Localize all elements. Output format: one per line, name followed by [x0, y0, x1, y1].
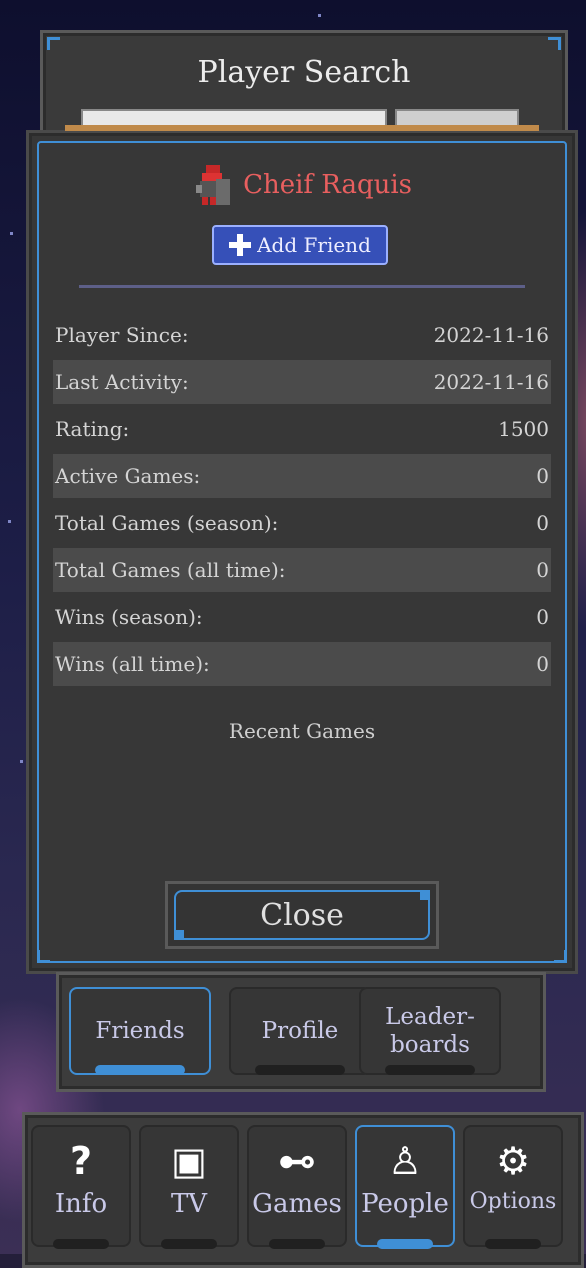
stat-row-total-games-season: Total Games (season): 0	[53, 501, 551, 545]
corner-decoration	[420, 890, 430, 900]
stat-row-active-games: Active Games: 0	[53, 454, 551, 498]
stat-label: Player Since:	[55, 323, 189, 347]
tab-friends[interactable]: Friends	[69, 987, 211, 1075]
divider	[79, 285, 525, 288]
stat-value: 0	[536, 464, 549, 488]
stat-value: 0	[536, 558, 549, 582]
stat-value: 0	[536, 605, 549, 629]
nav-tv[interactable]: ▣ TV	[139, 1125, 239, 1249]
tab-label: Profile	[261, 1018, 339, 1044]
social-tabs: Friends Profile Leader- boards	[56, 972, 546, 1092]
corner-decoration	[47, 37, 60, 50]
corner-decoration	[548, 37, 561, 50]
bottom-navigation: ? Info ▣ TV ⊷ Games ♙ People ⚙ Options	[22, 1112, 584, 1268]
tab-label: Friends	[95, 1018, 185, 1044]
film-icon: ▣	[171, 1139, 207, 1183]
panel-top-strip	[65, 125, 539, 131]
nav-people[interactable]: ♙ People	[355, 1125, 455, 1249]
corner-decoration	[554, 950, 567, 963]
stat-row-player-since: Player Since: 2022-11-16	[53, 313, 551, 357]
stat-value: 0	[536, 511, 549, 535]
tab-indicator	[95, 1065, 185, 1075]
stat-row-wins-season: Wins (season): 0	[53, 595, 551, 639]
add-friend-label: Add Friend	[257, 233, 371, 257]
stat-label: Total Games (season):	[55, 511, 279, 535]
nav-indicator	[377, 1239, 433, 1249]
nav-label: TV	[170, 1189, 208, 1219]
stat-value: 0	[536, 652, 549, 676]
corner-decoration	[37, 950, 50, 963]
nav-label: Games	[252, 1189, 342, 1219]
recent-games-heading: Recent Games	[228, 719, 376, 743]
nav-label: Info	[54, 1189, 108, 1219]
stat-label: Wins (season):	[55, 605, 203, 629]
close-label: Close	[260, 897, 344, 933]
player-search-title: Player Search	[197, 55, 411, 90]
tab-label: Leader- boards	[385, 1004, 475, 1058]
gear-icon: ⚙	[495, 1139, 531, 1183]
tab-indicator	[255, 1065, 345, 1075]
nav-games[interactable]: ⊷ Games	[247, 1125, 347, 1249]
stat-label: Wins (all time):	[55, 652, 210, 676]
tab-leaderboards[interactable]: Leader- boards	[359, 987, 501, 1075]
stat-value: 2022-11-16	[433, 323, 549, 347]
nav-indicator	[161, 1239, 217, 1249]
tab-profile[interactable]: Profile	[229, 987, 371, 1075]
nav-label: People	[361, 1189, 449, 1219]
stat-row-rating: Rating: 1500	[53, 407, 551, 451]
stat-value: 1500	[498, 417, 549, 441]
nav-indicator	[53, 1239, 109, 1249]
nav-options[interactable]: ⚙ Options	[463, 1125, 563, 1249]
player-profile-panel: Cheif Raquis Add Friend Player Since: 20…	[26, 125, 578, 974]
stats-table: Player Since: 2022-11-16 Last Activity: …	[53, 313, 551, 689]
corner-decoration	[174, 930, 184, 940]
plus-icon	[229, 234, 252, 256]
player-header: Cheif Raquis	[29, 163, 575, 207]
nav-label: Options	[469, 1189, 557, 1214]
stat-label: Rating:	[55, 417, 130, 441]
nav-info[interactable]: ? Info	[31, 1125, 131, 1249]
player-avatar-icon	[192, 163, 232, 207]
nav-indicator	[269, 1239, 325, 1249]
question-icon: ?	[69, 1139, 93, 1183]
add-friend-button[interactable]: Add Friend	[212, 225, 388, 265]
stat-label: Total Games (all time):	[55, 558, 286, 582]
close-button[interactable]: Close	[165, 881, 439, 949]
nav-indicator	[485, 1239, 541, 1249]
stat-row-wins-all-time: Wins (all time): 0	[53, 642, 551, 686]
stat-label: Active Games:	[55, 464, 201, 488]
stat-label: Last Activity:	[55, 370, 189, 394]
person-icon: ♙	[387, 1139, 423, 1183]
stat-value: 2022-11-16	[433, 370, 549, 394]
player-name[interactable]: Cheif Raquis	[243, 170, 412, 200]
stat-row-last-activity: Last Activity: 2022-11-16	[53, 360, 551, 404]
stat-row-total-games-all-time: Total Games (all time): 0	[53, 548, 551, 592]
tab-indicator	[385, 1065, 475, 1075]
gamepad-icon: ⊷	[278, 1139, 316, 1183]
